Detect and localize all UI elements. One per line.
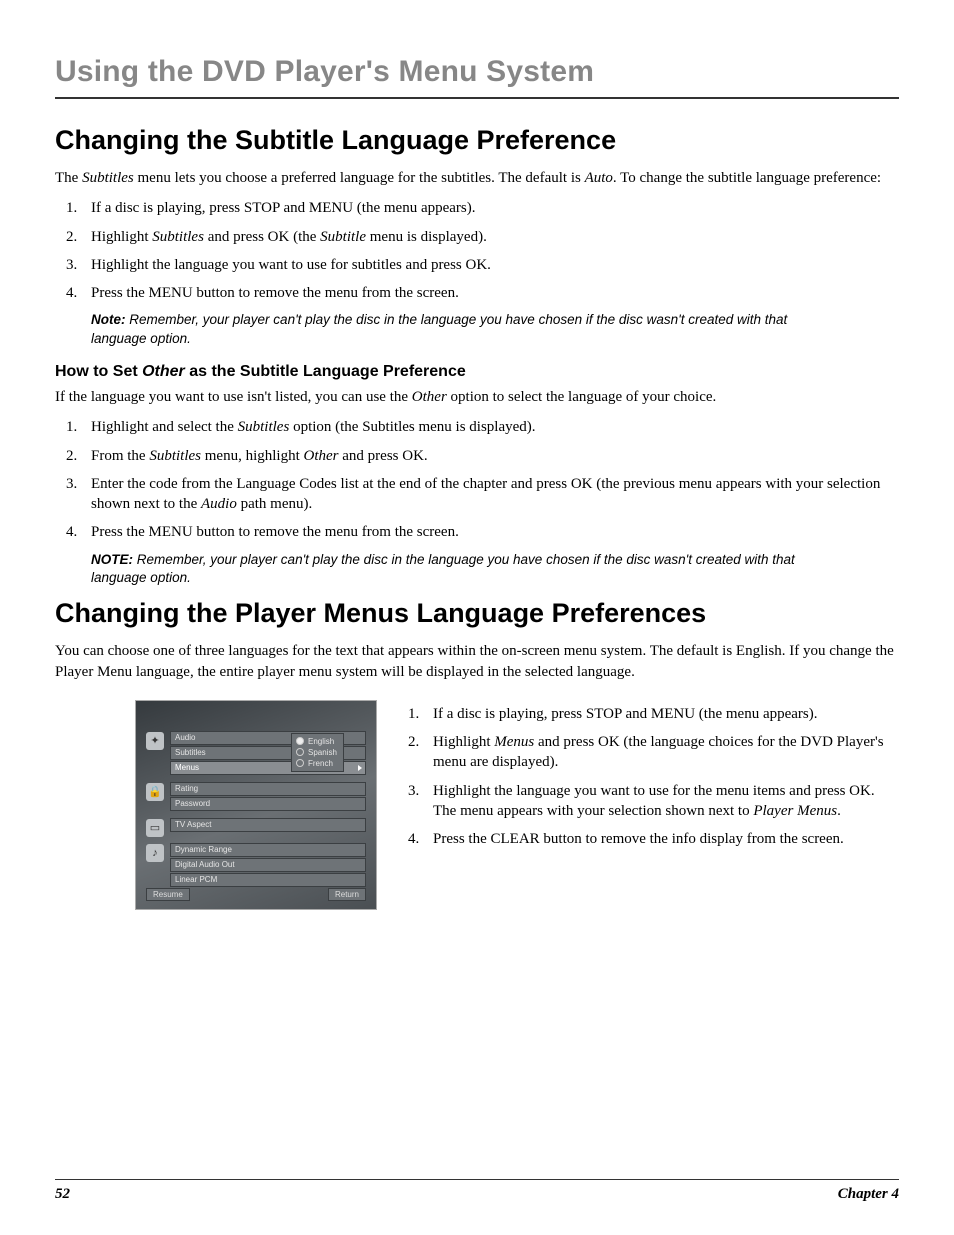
page-footer: 52 Chapter 4 — [55, 1179, 899, 1203]
steps-list: Highlight and select the Subtitles optio… — [55, 417, 899, 542]
step-item: Highlight and select the Subtitles optio… — [81, 417, 899, 437]
text: option to select the language of your ch… — [447, 389, 717, 405]
step-item: Press the MENU button to remove the menu… — [81, 283, 899, 303]
text: The — [55, 170, 82, 186]
intro-paragraph: If the language you want to use isn't li… — [55, 387, 899, 407]
em: Other — [304, 448, 339, 464]
return-button: Return — [328, 888, 366, 901]
lang-french: French — [296, 758, 337, 769]
text: and press OK (the — [204, 229, 320, 245]
steps-list: If a disc is playing, press STOP and MEN… — [55, 198, 899, 303]
em: Other — [412, 389, 447, 405]
globe-icon: ✦ — [146, 732, 164, 750]
step-item: Highlight the language you want to use f… — [423, 781, 899, 822]
menu-item-password: Password — [170, 797, 366, 811]
note-text: Remember, your player can't play the dis… — [91, 552, 795, 586]
text: . — [837, 803, 841, 819]
steps-list: If a disc is playing, press STOP and MEN… — [401, 704, 899, 850]
note-text: Remember, your player can't play the dis… — [91, 312, 787, 346]
lang-spanish: Spanish — [296, 747, 337, 758]
note-block: Note: Remember, your player can't play t… — [91, 311, 811, 349]
resume-button: Resume — [146, 888, 190, 901]
text: Highlight and select the — [91, 419, 238, 435]
intro-paragraph: You can choose one of three languages fo… — [55, 641, 899, 682]
text: as the Subtitle Language Preference — [185, 363, 466, 380]
text: option (the Subtitles menu is displayed)… — [289, 419, 535, 435]
text: French — [308, 759, 333, 768]
em: Player Menus — [753, 803, 837, 819]
text: Highlight — [91, 229, 152, 245]
page-number: 52 — [55, 1186, 70, 1203]
menu-item-rating: Rating — [170, 782, 366, 796]
text: menu, highlight — [201, 448, 304, 464]
language-popup: English Spanish French — [291, 733, 344, 772]
step-item: From the Subtitles menu, highlight Other… — [81, 446, 899, 466]
page-header: Using the DVD Player's Menu System — [55, 55, 899, 99]
text: Highlight — [433, 734, 494, 750]
menu-item-linear-pcm: Linear PCM — [170, 873, 366, 887]
step-item: Press the CLEAR button to remove the inf… — [423, 829, 899, 849]
em: Subtitles — [152, 229, 204, 245]
text: From the — [91, 448, 149, 464]
em: Subtitles — [238, 419, 290, 435]
step-item: Highlight the language you want to use f… — [81, 255, 899, 275]
lock-icon: 🔒 — [146, 783, 164, 801]
intro-paragraph: The Subtitles menu lets you choose a pre… — [55, 168, 899, 188]
speaker-icon: ♪ — [146, 844, 164, 862]
step-item: Enter the code from the Language Codes l… — [81, 474, 899, 515]
lang-english: English — [296, 736, 337, 747]
step-item: If a disc is playing, press STOP and MEN… — [81, 198, 899, 218]
text: menu lets you choose a preferred languag… — [134, 170, 585, 186]
note-label: NOTE: — [91, 552, 133, 567]
note-block: NOTE: Remember, your player can't play t… — [91, 551, 811, 589]
text: English — [308, 737, 334, 746]
em: Subtitle — [320, 229, 366, 245]
text: How to Set — [55, 363, 142, 380]
step-item: Highlight Subtitles and press OK (the Su… — [81, 227, 899, 247]
section-title-subtitle-lang: Changing the Subtitle Language Preferenc… — [55, 125, 899, 156]
text: If the language you want to use isn't li… — [55, 389, 412, 405]
note-label: Note: — [91, 312, 126, 327]
menu-item-dynamic: Dynamic Range — [170, 843, 366, 857]
em: Other — [142, 363, 185, 380]
menu-screenshot: ✦ Audio Subtitles Menus 🔒 Rating Passwor… — [135, 700, 377, 910]
menu-item-tvaspect: TV Aspect — [170, 818, 366, 832]
chapter-label: Chapter 4 — [838, 1186, 899, 1203]
text: . To change the subtitle language prefer… — [613, 170, 881, 186]
text: path menu). — [237, 496, 312, 512]
tv-icon: ▭ — [146, 819, 164, 837]
subsection-title-other: How to Set Other as the Subtitle Languag… — [55, 363, 899, 381]
text: Spanish — [308, 748, 337, 757]
text: menu is displayed). — [366, 229, 487, 245]
step-item: Highlight Menus and press OK (the langua… — [423, 732, 899, 773]
em: Subtitles — [82, 170, 134, 186]
em: Audio — [201, 496, 237, 512]
text: and press OK. — [339, 448, 428, 464]
section-title-player-menus: Changing the Player Menus Language Prefe… — [55, 598, 899, 629]
step-item: Press the MENU button to remove the menu… — [81, 522, 899, 542]
menu-item-digital-audio: Digital Audio Out — [170, 858, 366, 872]
em: Subtitles — [149, 448, 201, 464]
step-item: If a disc is playing, press STOP and MEN… — [423, 704, 899, 724]
em: Menus — [494, 734, 534, 750]
em: Auto — [585, 170, 613, 186]
